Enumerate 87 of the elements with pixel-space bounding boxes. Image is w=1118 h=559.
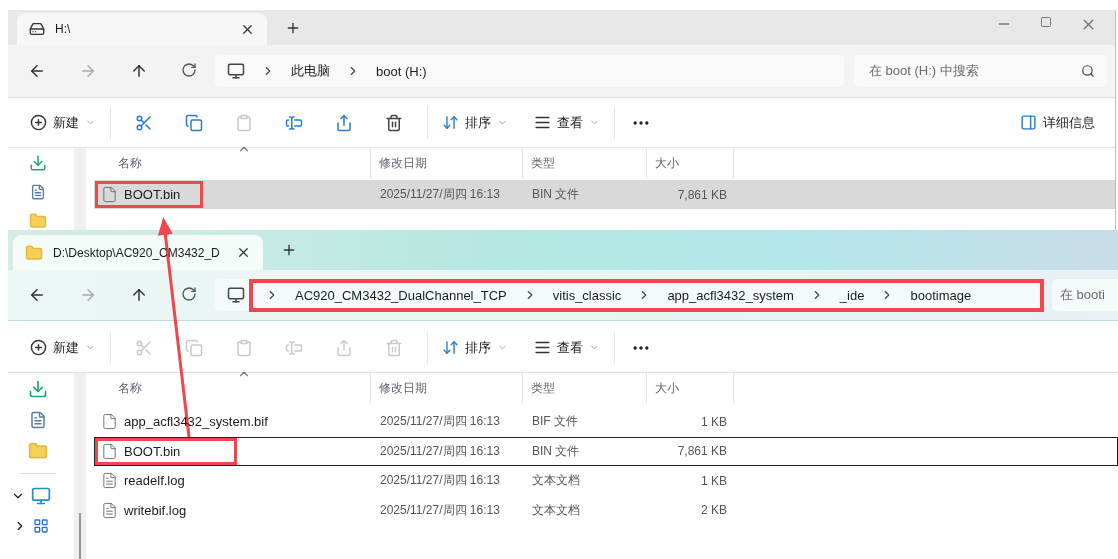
tab-title: H:\ — [55, 22, 72, 36]
monitor-icon[interactable] — [227, 286, 245, 304]
date-cell-text: 2025/11/27/周四 16:13 — [379, 501, 501, 519]
window-tab[interactable]: H:\ — [17, 13, 267, 45]
view-button[interactable]: 查看 — [528, 334, 606, 361]
type-cell-text: BIN 文件 — [531, 186, 581, 203]
up-icon[interactable] — [130, 286, 148, 304]
close-tab-icon[interactable] — [236, 245, 251, 260]
file-row[interactable]: writebif.log 2025/11/27/周四 16:13 文本文档 2 KB — [94, 495, 1118, 525]
refresh-icon[interactable] — [181, 62, 197, 78]
file-row[interactable]: BOOT.bin 2025/11/27/周四 16:13 BIN 文件 7,861 KB — [94, 436, 1118, 466]
type-cell-text: BIN 文件 — [531, 442, 581, 460]
monitor-icon[interactable] — [227, 62, 245, 80]
date-cell-text: 2025/11/27/周四 16:13 — [379, 442, 501, 460]
sort-icon — [442, 339, 459, 356]
search-icon — [1081, 64, 1095, 78]
details-pane-icon — [1020, 114, 1037, 131]
breadcrumb-item[interactable]: _ide — [839, 287, 865, 303]
file-name: BOOT.bin — [124, 443, 181, 459]
new-button[interactable]: 新建 — [24, 109, 102, 136]
file-icon — [101, 413, 118, 431]
download-icon[interactable] — [28, 154, 48, 172]
copy-icon[interactable] — [185, 113, 203, 132]
view-icon — [534, 339, 551, 356]
document-icon[interactable] — [29, 411, 47, 429]
folder-icon — [25, 243, 43, 262]
size-cell-text: 2 KB — [700, 503, 728, 518]
cut-icon[interactable] — [135, 113, 153, 132]
scrollbar[interactable] — [74, 373, 86, 559]
column-header[interactable]: 大小 — [647, 148, 734, 178]
refresh-icon[interactable] — [181, 286, 197, 302]
column-header[interactable]: 类型 — [523, 373, 647, 403]
document-icon[interactable] — [29, 183, 47, 201]
breadcrumb-item[interactable]: vitis_classic — [552, 287, 622, 303]
file-row[interactable]: readelf.log 2025/11/27/周四 16:13 文本文档 1 KB — [94, 466, 1118, 496]
breadcrumb-item[interactable]: bootimage — [910, 287, 972, 303]
file-icon — [101, 442, 118, 460]
type-cell-text: 文本文档 — [531, 501, 581, 519]
date-cell-text: 2025/11/27/周四 16:13 — [379, 472, 501, 490]
sort-icon — [442, 114, 459, 131]
scrollbar[interactable] — [74, 148, 86, 230]
date-cell-text: 2025/11/27/周四 16:13 — [379, 186, 501, 203]
size-cell-text: 7,861 KB — [676, 187, 728, 202]
search-field[interactable]: 在 boot (H:) 中搜索 — [854, 55, 1107, 87]
download-icon[interactable] — [28, 379, 48, 399]
size-cell-text: 1 KB — [700, 473, 728, 488]
size-cell-text: 7,861 KB — [676, 444, 728, 459]
plus-circle-icon — [30, 114, 47, 131]
column-header[interactable]: 修改日期 — [371, 373, 523, 403]
text-file-icon — [101, 472, 118, 490]
new-tab-icon[interactable] — [281, 242, 297, 258]
rename-icon[interactable] — [285, 113, 303, 132]
date-cell-text: 2025/11/27/周四 16:13 — [379, 413, 501, 431]
trash-icon[interactable] — [385, 113, 403, 132]
file-name: readelf.log — [124, 473, 185, 489]
sort-button[interactable]: 排序 — [436, 109, 514, 136]
plus-circle-icon — [30, 339, 47, 356]
file-icon — [101, 186, 118, 203]
search-field[interactable]: 在 booti — [1052, 279, 1118, 311]
up-icon[interactable] — [130, 62, 148, 80]
view-icon — [534, 114, 551, 131]
column-header[interactable]: 修改日期 — [371, 148, 523, 178]
sort-button[interactable]: 排序 — [436, 334, 514, 361]
maximize-icon[interactable] — [1040, 16, 1052, 28]
size-cell-text: 1 KB — [700, 414, 728, 429]
type-cell-text: 文本文档 — [531, 472, 581, 490]
share-icon[interactable] — [335, 113, 353, 132]
breadcrumb-item[interactable]: 此电脑 — [291, 62, 330, 80]
column-header[interactable]: 类型 — [523, 148, 647, 178]
view-button[interactable]: 查看 — [528, 109, 606, 136]
back-icon[interactable] — [28, 62, 46, 80]
column-header[interactable]: 名称 — [94, 373, 371, 403]
new-button[interactable]: 新建 — [24, 334, 102, 361]
breadcrumb-item[interactable]: boot (H:) — [376, 63, 427, 79]
breadcrumb-item[interactable]: AC920_CM3432_DualChannel_TCP — [295, 287, 507, 303]
file-name: BOOT.bin — [124, 187, 181, 202]
drive-icon — [29, 21, 45, 37]
file-row[interactable]: BOOT.bin 2025/11/27/周四 16:13 BIN 文件 7,861 KB — [94, 180, 1115, 209]
back-icon[interactable] — [28, 286, 46, 304]
column-header[interactable]: 名称 — [94, 148, 371, 178]
grid-icon[interactable] — [33, 518, 49, 534]
breadcrumb-item[interactable]: app_acfl3432_system — [667, 287, 794, 303]
details-button[interactable]: 详细信息 — [1014, 109, 1101, 136]
text-file-icon — [101, 501, 118, 519]
type-cell-text: BIF 文件 — [531, 413, 579, 431]
file-name: writebif.log — [124, 502, 187, 518]
column-header[interactable]: 大小 — [647, 373, 734, 403]
